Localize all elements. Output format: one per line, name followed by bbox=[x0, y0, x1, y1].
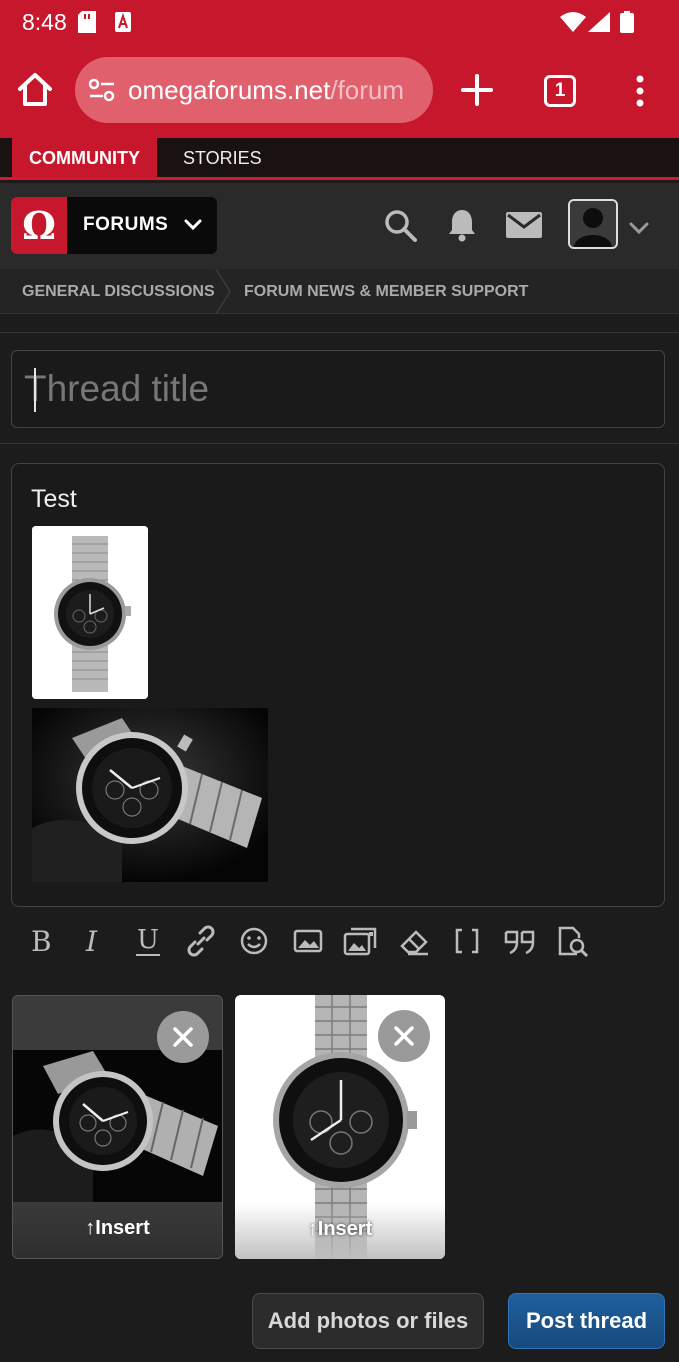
message-editor[interactable]: Test bbox=[11, 463, 665, 907]
brackets-icon[interactable] bbox=[447, 922, 487, 960]
inline-image-watch-white[interactable] bbox=[32, 526, 148, 699]
browser-toolbar: omegaforums.net/forum 1 bbox=[0, 45, 679, 138]
omega-logo: Ω bbox=[11, 197, 67, 254]
insert-attachment-button[interactable]: ↑Insert bbox=[13, 1202, 222, 1258]
tab-switcher-button[interactable]: 1 bbox=[544, 75, 576, 107]
avatar[interactable] bbox=[568, 199, 618, 249]
overflow-menu-icon[interactable] bbox=[630, 71, 650, 111]
url-text: omegaforums.net/forum bbox=[128, 75, 404, 106]
sd-card-icon bbox=[78, 11, 96, 38]
url-bar[interactable]: omegaforums.net/forum bbox=[75, 57, 433, 123]
site-nav: COMMUNITY STORIES bbox=[0, 138, 679, 180]
svg-text:B: B bbox=[31, 925, 52, 958]
forums-label: FORUMS bbox=[83, 214, 169, 235]
attachment-dark-watch: ↑Insert bbox=[12, 995, 223, 1259]
app-notification-icon bbox=[114, 11, 132, 38]
signal-icon bbox=[588, 12, 610, 37]
svg-text:U: U bbox=[137, 925, 159, 955]
svg-text:I: I bbox=[85, 925, 98, 958]
preview-icon[interactable] bbox=[553, 922, 593, 960]
text-caret bbox=[34, 368, 36, 412]
media-gallery-icon[interactable] bbox=[341, 922, 381, 960]
thread-title-field[interactable] bbox=[11, 350, 665, 428]
arrow-up-icon: ↑ bbox=[85, 1217, 96, 1239]
forums-menu-button[interactable]: Ω FORUMS bbox=[11, 197, 217, 254]
insert-label: Insert bbox=[95, 1217, 150, 1239]
insert-label: Insert bbox=[317, 1218, 373, 1240]
divider bbox=[0, 443, 679, 444]
breadcrumb-separator-icon bbox=[214, 268, 234, 319]
image-icon[interactable] bbox=[288, 922, 328, 960]
tab-stories[interactable]: STORIES bbox=[166, 138, 279, 177]
underline-icon[interactable]: U bbox=[128, 922, 168, 960]
chevron-down-icon bbox=[183, 218, 203, 237]
remove-attachment-button[interactable] bbox=[378, 1010, 430, 1062]
url-path: /forum bbox=[330, 75, 405, 105]
quote-icon[interactable] bbox=[500, 922, 540, 960]
site-settings-icon[interactable] bbox=[88, 78, 116, 107]
link-icon[interactable] bbox=[181, 922, 221, 960]
tab-community[interactable]: COMMUNITY bbox=[12, 138, 157, 177]
status-bar: 8:48 bbox=[0, 0, 679, 45]
url-host: omegaforums.net bbox=[128, 75, 331, 105]
editor-body-text[interactable]: Test bbox=[31, 485, 77, 514]
status-time: 8:48 bbox=[22, 9, 67, 35]
breadcrumb: GENERAL DISCUSSIONS FORUM NEWS & MEMBER … bbox=[0, 268, 679, 315]
divider bbox=[0, 332, 679, 333]
breadcrumb-general-discussions[interactable]: GENERAL DISCUSSIONS bbox=[22, 269, 215, 314]
home-icon[interactable] bbox=[14, 69, 56, 111]
wifi-icon bbox=[560, 12, 586, 37]
add-files-button[interactable]: Add photos or files bbox=[252, 1293, 484, 1349]
arrow-up-icon: ↑ bbox=[307, 1218, 318, 1240]
inline-image-watch-dark[interactable] bbox=[32, 708, 268, 882]
thread-title-input[interactable] bbox=[24, 351, 654, 427]
bold-icon[interactable]: B bbox=[22, 922, 62, 960]
post-thread-button[interactable]: Post thread bbox=[508, 1293, 665, 1349]
attachment-white-watch: ↑Insert bbox=[235, 995, 445, 1259]
editor-toolbar: B I U bbox=[22, 922, 662, 962]
account-chevron-down-icon[interactable] bbox=[629, 221, 649, 239]
search-icon[interactable] bbox=[384, 209, 418, 248]
emoji-icon[interactable] bbox=[234, 922, 274, 960]
bell-icon[interactable] bbox=[447, 208, 477, 247]
insert-attachment-button[interactable]: ↑Insert bbox=[235, 1203, 445, 1259]
forum-header: Ω FORUMS bbox=[0, 183, 679, 269]
mail-icon[interactable] bbox=[506, 212, 542, 243]
italic-icon[interactable]: I bbox=[75, 922, 115, 960]
remove-attachment-button[interactable] bbox=[157, 1011, 209, 1063]
eraser-icon[interactable] bbox=[394, 922, 434, 960]
battery-icon bbox=[620, 11, 634, 38]
breadcrumb-forum-news[interactable]: FORUM NEWS & MEMBER SUPPORT bbox=[244, 269, 528, 314]
new-tab-icon[interactable] bbox=[458, 71, 496, 109]
